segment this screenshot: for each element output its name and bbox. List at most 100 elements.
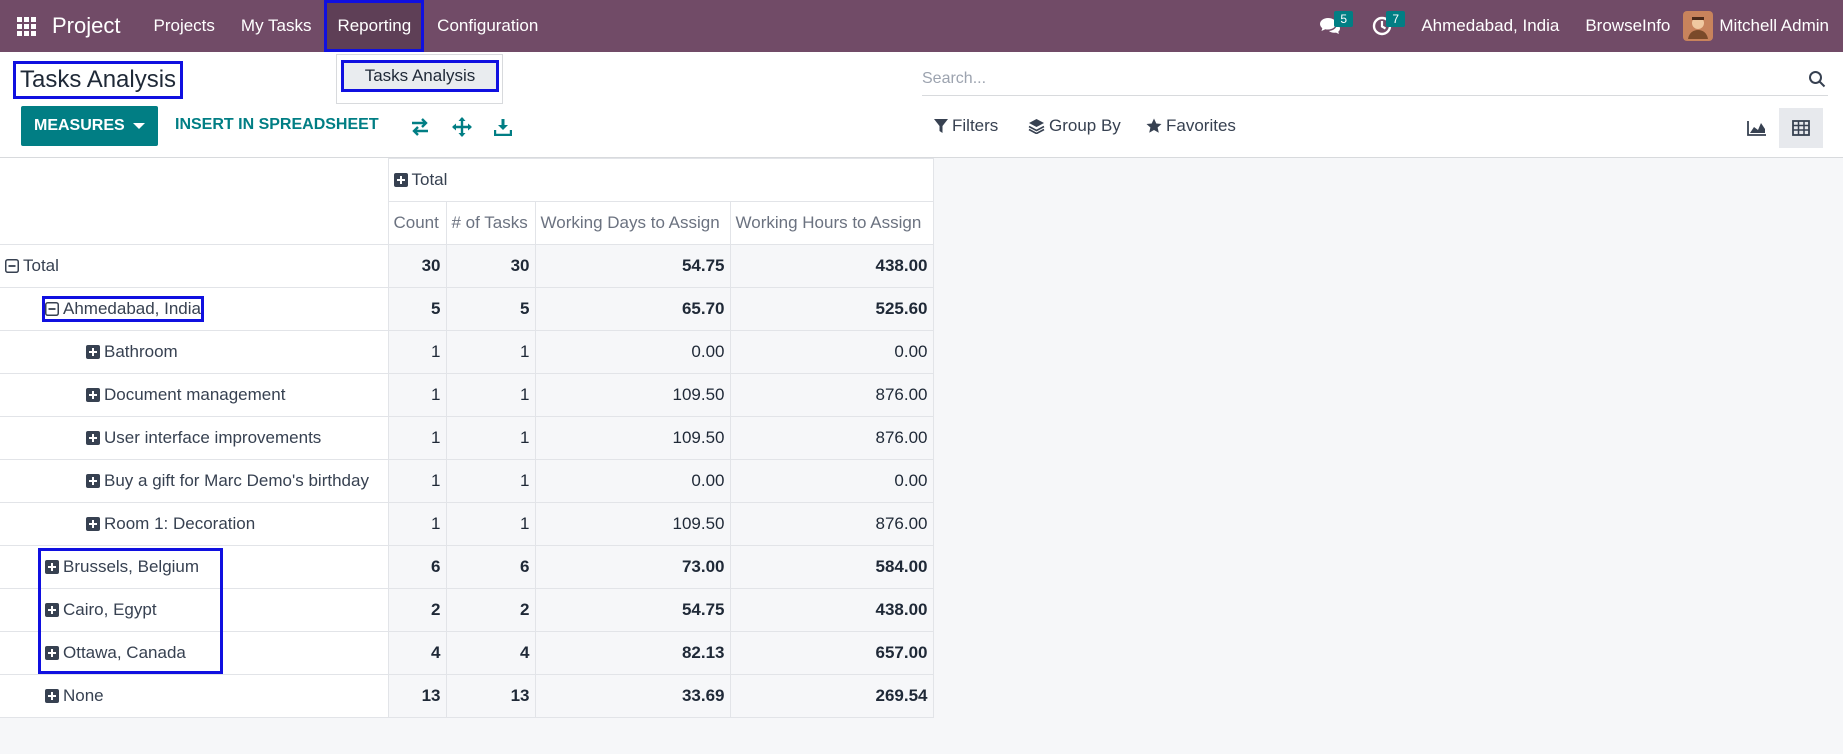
menu-projects[interactable]: Projects — [140, 0, 227, 52]
row-header[interactable]: Total — [0, 244, 389, 288]
cell-working-hours[interactable]: 438.00 — [729, 588, 934, 632]
cell-working-days[interactable]: 0.00 — [534, 330, 731, 374]
cell-working-days[interactable]: 54.75 — [534, 588, 731, 632]
cell-count[interactable]: 30 — [387, 244, 447, 288]
cell-num-tasks[interactable]: 1 — [445, 502, 536, 546]
row-header[interactable]: Brussels, Belgium — [0, 545, 389, 589]
arrows-icon — [452, 117, 472, 137]
app-menu-icon[interactable] — [0, 0, 52, 52]
cell-working-hours[interactable]: 657.00 — [729, 631, 934, 675]
cell-working-days[interactable]: 73.00 — [534, 545, 731, 589]
cell-working-hours[interactable]: 438.00 — [729, 244, 934, 288]
search-input[interactable] — [922, 69, 1782, 88]
cell-count[interactable]: 13 — [387, 674, 447, 718]
table-row: Cairo, Egypt 2 2 54.75 438.00 — [0, 588, 934, 632]
insert-spreadsheet-button[interactable]: INSERT IN SPREADSHEET — [175, 116, 379, 134]
cell-working-days[interactable]: 109.50 — [534, 416, 731, 460]
cell-working-days[interactable]: 54.75 — [534, 244, 731, 288]
cell-count[interactable]: 1 — [387, 459, 447, 503]
cell-working-days[interactable]: 0.00 — [534, 459, 731, 503]
cell-num-tasks[interactable]: 1 — [445, 459, 536, 503]
page-title: Tasks Analysis — [12, 61, 184, 99]
expand-all-button[interactable] — [451, 116, 473, 138]
app-title[interactable]: Project — [52, 13, 120, 39]
cell-num-tasks[interactable]: 13 — [445, 674, 536, 718]
column-header-num-tasks[interactable]: # of Tasks — [445, 201, 536, 245]
column-header-count[interactable]: Count — [387, 201, 447, 245]
cell-working-hours[interactable]: 0.00 — [729, 330, 934, 374]
menu-configuration[interactable]: Configuration — [424, 0, 551, 52]
table-row: Document management 1 1 109.50 876.00 — [0, 373, 934, 417]
cell-working-hours[interactable]: 876.00 — [729, 373, 934, 417]
pivot-col-group-header[interactable]: Total — [387, 158, 934, 202]
groupby-label: Group By — [1049, 116, 1121, 135]
database-name[interactable]: BrowseInfo — [1572, 16, 1683, 36]
cell-working-days[interactable]: 82.13 — [534, 631, 731, 675]
row-header[interactable]: None — [0, 674, 389, 718]
cell-working-hours[interactable]: 269.54 — [729, 674, 934, 718]
graph-view-button[interactable] — [1735, 108, 1779, 148]
search-icon[interactable] — [1808, 70, 1826, 88]
cell-working-days[interactable]: 65.70 — [534, 287, 731, 331]
cell-num-tasks[interactable]: 5 — [445, 287, 536, 331]
cell-working-days[interactable]: 109.50 — [534, 373, 731, 417]
pivot-corner — [0, 158, 389, 245]
cell-num-tasks[interactable]: 6 — [445, 545, 536, 589]
row-header[interactable]: Room 1: Decoration — [0, 502, 389, 546]
table-row: Ahmedabad, India 5 5 65.70 525.60 — [0, 287, 934, 331]
cell-working-days[interactable]: 109.50 — [534, 502, 731, 546]
favorites-button[interactable]: Favorites — [1146, 116, 1236, 136]
cell-working-hours[interactable]: 525.60 — [729, 287, 934, 331]
cell-num-tasks[interactable]: 1 — [445, 330, 536, 374]
row-header[interactable]: Ottawa, Canada — [0, 631, 389, 675]
groupby-button[interactable]: Group By — [1028, 116, 1121, 136]
plus-square-icon — [45, 603, 59, 617]
menu-my-tasks[interactable]: My Tasks — [228, 0, 325, 52]
cell-count[interactable]: 1 — [387, 373, 447, 417]
cell-num-tasks[interactable]: 1 — [445, 373, 536, 417]
cell-count[interactable]: 6 — [387, 545, 447, 589]
cell-working-hours[interactable]: 876.00 — [729, 502, 934, 546]
table-row: Room 1: Decoration 1 1 109.50 876.00 — [0, 502, 934, 546]
row-header-label: Room 1: Decoration — [104, 514, 256, 533]
activities-button[interactable]: 7 — [1356, 0, 1408, 52]
row-header-label: Cairo, Egypt — [63, 600, 157, 619]
row-header-label: Ahmedabad, India — [63, 299, 201, 318]
column-header-working-days[interactable]: Working Days to Assign — [534, 201, 731, 245]
menu-reporting[interactable]: Reporting — [324, 0, 425, 52]
row-header[interactable]: Document management — [0, 373, 389, 417]
cell-num-tasks[interactable]: 1 — [445, 416, 536, 460]
row-header[interactable]: Bathroom — [0, 330, 389, 374]
company-switcher[interactable]: Ahmedabad, India — [1408, 16, 1572, 36]
dropdown-item-tasks-analysis[interactable]: Tasks Analysis — [341, 60, 499, 92]
row-header[interactable]: Ahmedabad, India — [0, 287, 389, 331]
cell-count[interactable]: 1 — [387, 502, 447, 546]
row-header[interactable]: Buy a gift for Marc Demo's birthday — [0, 459, 389, 503]
cell-num-tasks[interactable]: 4 — [445, 631, 536, 675]
cell-count[interactable]: 1 — [387, 416, 447, 460]
cell-count[interactable]: 4 — [387, 631, 447, 675]
cell-working-hours[interactable]: 0.00 — [729, 459, 934, 503]
flip-axis-button[interactable] — [409, 116, 431, 138]
cell-working-hours[interactable]: 584.00 — [729, 545, 934, 589]
favorites-label: Favorites — [1166, 116, 1236, 135]
top-navbar: Project Projects My Tasks Reporting Conf… — [0, 0, 1843, 52]
row-header[interactable]: Cairo, Egypt — [0, 588, 389, 632]
measures-button[interactable]: MEASURES — [21, 106, 158, 146]
cell-count[interactable]: 2 — [387, 588, 447, 632]
column-header-working-hours[interactable]: Working Hours to Assign — [729, 201, 934, 245]
row-header[interactable]: User interface improvements — [0, 416, 389, 460]
pivot-view-button[interactable] — [1779, 108, 1823, 148]
filters-button[interactable]: Filters — [934, 116, 998, 136]
user-menu[interactable]: Mitchell Admin — [1719, 16, 1843, 36]
cell-working-days[interactable]: 33.69 — [534, 674, 731, 718]
user-avatar[interactable] — [1683, 11, 1714, 41]
cell-count[interactable]: 1 — [387, 330, 447, 374]
cell-num-tasks[interactable]: 2 — [445, 588, 536, 632]
cell-count[interactable]: 5 — [387, 287, 447, 331]
cell-num-tasks[interactable]: 30 — [445, 244, 536, 288]
search-bar — [922, 62, 1828, 96]
messages-button[interactable]: 5 — [1304, 0, 1356, 52]
download-button[interactable] — [492, 116, 514, 138]
cell-working-hours[interactable]: 876.00 — [729, 416, 934, 460]
